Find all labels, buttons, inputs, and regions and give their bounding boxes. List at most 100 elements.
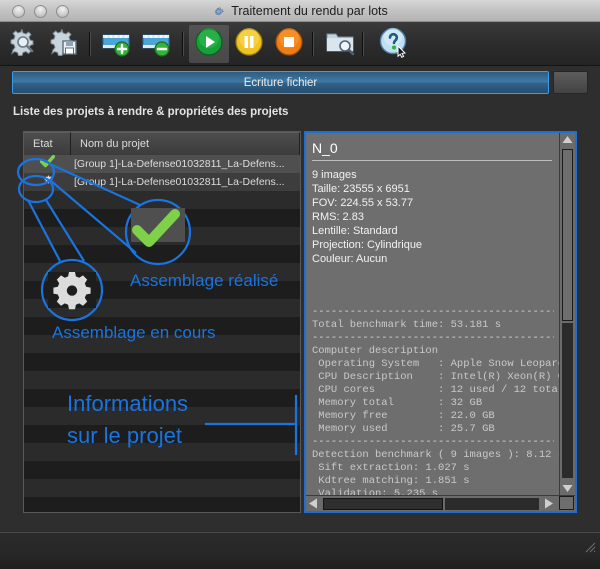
list-filler-row xyxy=(24,425,300,443)
add-project-button[interactable] xyxy=(97,25,137,63)
toolbar-separator xyxy=(312,32,314,56)
scroll-track-lower[interactable] xyxy=(562,323,573,478)
info-color: Couleur: Aucun xyxy=(312,253,388,265)
settings-search-button[interactable] xyxy=(4,25,44,63)
stop-button[interactable] xyxy=(269,25,309,63)
column-header-nom[interactable]: Nom du projet xyxy=(71,132,300,155)
question-help-icon xyxy=(378,26,410,63)
scroll-down-icon[interactable] xyxy=(561,481,574,494)
info-memory-free: Memory free : 22.0 GB xyxy=(312,410,495,422)
project-info-panel: N_0 9 images Taille: 23555 x 6951 FOV: 2… xyxy=(304,131,577,513)
info-benchmark-total: Total benchmark time: 53.181 s xyxy=(312,319,502,331)
scroll-thumb-horizontal[interactable] xyxy=(323,498,443,510)
scroll-right-icon[interactable] xyxy=(541,497,555,510)
project-info-text: N_0 9 images Taille: 23555 x 6951 FOV: 2… xyxy=(306,133,560,495)
list-filler-row xyxy=(24,245,300,263)
gear-floppy-icon xyxy=(48,26,80,63)
browse-folder-button[interactable] xyxy=(320,25,360,63)
app-window: Traitement du rendu par lots Ecriture fi… xyxy=(0,0,600,569)
pause-button[interactable] xyxy=(229,25,269,63)
list-filler-row xyxy=(24,191,300,209)
info-validation: Validation: 5.235 s xyxy=(312,488,439,495)
info-vertical-scrollbar[interactable] xyxy=(559,133,575,495)
row-project-name: [Group 1]-La-Defense01032811_La-Defens..… xyxy=(74,176,285,188)
list-filler-row xyxy=(24,299,300,317)
filmstrip-plus-icon xyxy=(101,26,133,63)
info-kdtree-matching: Kdtree matching: 1.851 s xyxy=(312,475,470,487)
settings-save-button[interactable] xyxy=(44,25,84,63)
progress-label: Ecriture fichier xyxy=(243,76,318,89)
info-images-count: 9 images xyxy=(312,169,357,181)
title-bar: Traitement du rendu par lots xyxy=(0,0,600,22)
toolbar-separator xyxy=(362,32,364,56)
info-memory-total: Memory total : 32 GB xyxy=(312,397,483,409)
scroll-track-right[interactable] xyxy=(445,498,539,510)
list-filler-row xyxy=(24,317,300,335)
project-list-header: Etat Nom du projet xyxy=(24,132,300,156)
scrollbar-corner xyxy=(559,496,574,510)
info-size: Taille: 23555 x 6951 xyxy=(312,183,410,195)
resize-grip-icon[interactable] xyxy=(583,540,596,553)
info-cpu-desc: CPU Description : Intel(R) Xeon(R) CPU xyxy=(312,371,560,383)
content-area: Etat Nom du projet [Group 1]-La-Defense0… xyxy=(12,126,588,518)
list-filler-row xyxy=(24,371,300,389)
list-filler-row xyxy=(24,353,300,371)
window-title: Traitement du rendu par lots xyxy=(231,4,388,18)
info-projection: Projection: Cylindrique xyxy=(312,239,423,251)
scroll-left-icon[interactable] xyxy=(307,497,321,510)
column-header-etat[interactable]: Etat xyxy=(24,132,71,155)
gear-icon xyxy=(41,173,54,191)
info-separator: ----------------------------------------… xyxy=(312,436,554,448)
info-title: N_0 xyxy=(312,140,338,156)
list-filler-row xyxy=(24,263,300,281)
list-filler-row xyxy=(24,443,300,461)
info-sift-extraction: Sift extraction: 1.027 s xyxy=(312,462,470,474)
stop-icon xyxy=(274,27,304,62)
info-separator: ----------------------------------------… xyxy=(312,306,554,318)
progress-area: Ecriture fichier xyxy=(12,71,588,94)
row-project-name: [Group 1]-La-Defense01032811_La-Defens..… xyxy=(74,158,285,170)
list-filler-row xyxy=(24,407,300,425)
info-fov: FOV: 224.55 x 53.77 xyxy=(312,197,414,209)
gear-magnifier-icon xyxy=(8,26,40,63)
table-row[interactable]: [Group 1]-La-Defense01032811_La-Defens..… xyxy=(24,155,300,173)
section-title: Liste des projets à rendre & propriétés … xyxy=(13,106,289,118)
list-filler-row xyxy=(24,209,300,227)
toolbar-separator xyxy=(89,32,91,56)
window-bottom-bevel xyxy=(0,532,600,569)
gear-icon xyxy=(212,5,225,18)
progress-tail xyxy=(553,71,588,94)
info-cpu-cores: CPU cores : 12 used / 12 total xyxy=(312,384,560,396)
check-icon xyxy=(39,155,56,173)
table-row[interactable]: [Group 1]-La-Defense01032811_La-Defens..… xyxy=(24,173,300,191)
list-filler-row xyxy=(24,479,300,497)
info-computer-header: Computer description xyxy=(312,345,439,357)
list-filler-row xyxy=(24,389,300,407)
start-button[interactable] xyxy=(189,25,229,63)
info-detection-header: Detection benchmark ( 9 images ): 8.12 s xyxy=(312,449,560,461)
filmstrip-minus-icon xyxy=(141,26,173,63)
project-list-panel: Etat Nom du projet [Group 1]-La-Defense0… xyxy=(23,131,301,513)
folder-magnifier-icon xyxy=(324,27,356,62)
row-state-cell xyxy=(24,155,71,173)
info-divider xyxy=(312,160,552,161)
list-filler-row xyxy=(24,497,300,512)
play-icon xyxy=(194,27,224,62)
info-os: Operating System : Apple Snow Leopard 10 xyxy=(312,358,560,370)
title-bar-center: Traitement du rendu par lots xyxy=(0,0,600,22)
toolbar-separator xyxy=(182,32,184,56)
info-rms: RMS: 2.83 xyxy=(312,211,364,223)
info-separator: ----------------------------------------… xyxy=(312,332,554,344)
scroll-thumb-vertical[interactable] xyxy=(562,149,573,321)
info-horizontal-scrollbar[interactable] xyxy=(306,495,575,511)
scroll-up-icon[interactable] xyxy=(561,134,574,147)
help-button[interactable] xyxy=(374,25,414,63)
list-filler-row xyxy=(24,227,300,245)
progress-bar: Ecriture fichier xyxy=(12,71,549,94)
list-filler-row xyxy=(24,335,300,353)
remove-project-button[interactable] xyxy=(137,25,177,63)
toolbar xyxy=(0,22,600,66)
project-list-body: [Group 1]-La-Defense01032811_La-Defens..… xyxy=(24,155,300,512)
info-lens: Lentille: Standard xyxy=(312,225,398,237)
